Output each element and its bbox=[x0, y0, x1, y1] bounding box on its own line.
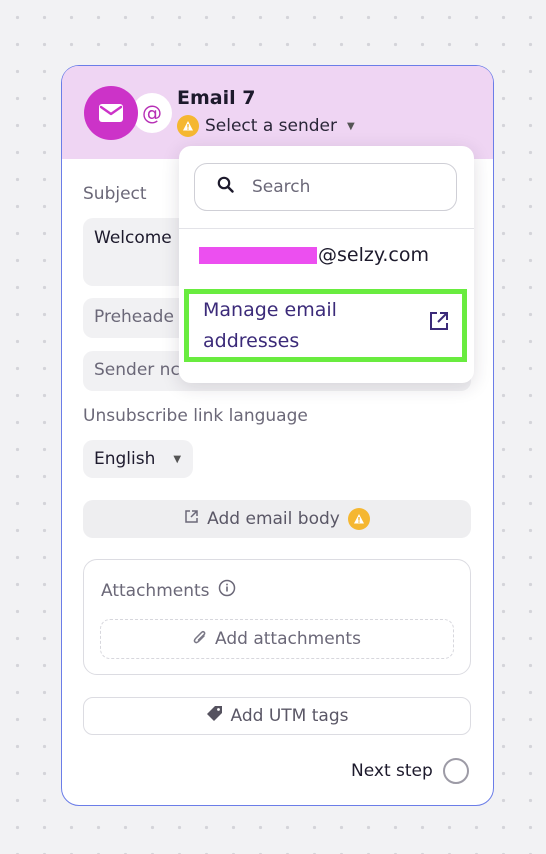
sender-email-option[interactable]: @selzy.com bbox=[199, 244, 429, 266]
add-attachments-label: Add attachments bbox=[215, 629, 361, 649]
search-icon bbox=[217, 176, 234, 198]
chevron-down-icon: ▼ bbox=[347, 120, 355, 132]
email-domain: @selzy.com bbox=[318, 244, 429, 266]
manage-email-addresses-link[interactable]: Manage email addresses bbox=[184, 289, 467, 362]
sender-select-label: Select a sender bbox=[205, 116, 337, 136]
redacted-email-name bbox=[199, 246, 317, 264]
search-input[interactable]: Search bbox=[194, 163, 457, 211]
at-icon: @ bbox=[132, 93, 172, 133]
dropdown-divider bbox=[179, 228, 474, 229]
sender-select[interactable]: Select a sender ▼ bbox=[177, 115, 355, 137]
mail-icon bbox=[84, 86, 138, 140]
add-utm-tags-button[interactable]: Add UTM tags bbox=[83, 697, 471, 735]
attachments-title: Attachments bbox=[101, 579, 236, 602]
manage-email-addresses-label: Manage email addresses bbox=[203, 298, 337, 352]
language-select[interactable]: English ▼ bbox=[83, 440, 193, 478]
email-title: Email 7 bbox=[177, 87, 256, 109]
attachments-label: Attachments bbox=[101, 580, 210, 601]
external-link-icon bbox=[428, 310, 450, 342]
unsubscribe-language-label: Unsubscribe link language bbox=[83, 406, 308, 426]
next-step[interactable]: Next step bbox=[351, 758, 469, 784]
warning-icon bbox=[347, 508, 370, 530]
paperclip-icon bbox=[193, 629, 207, 650]
add-utm-tags-label: Add UTM tags bbox=[230, 706, 349, 726]
attachments-section: Attachments Add attachments bbox=[83, 559, 471, 675]
tag-icon bbox=[206, 705, 223, 727]
sender-dropdown: Search @selzy.com Manage email addresses bbox=[179, 146, 474, 383]
next-step-checkbox[interactable] bbox=[442, 758, 469, 784]
add-email-body-button[interactable]: Add email body bbox=[83, 500, 471, 538]
language-value: English bbox=[94, 449, 156, 469]
next-step-label: Next step bbox=[351, 761, 433, 781]
add-email-body-label: Add email body bbox=[207, 509, 340, 529]
search-placeholder: Search bbox=[252, 177, 311, 197]
external-link-icon bbox=[184, 509, 199, 529]
warning-icon bbox=[177, 115, 199, 137]
subject-label: Subject bbox=[83, 184, 147, 204]
add-attachments-button[interactable]: Add attachments bbox=[100, 619, 454, 659]
at-symbol: @ bbox=[142, 101, 162, 125]
info-icon[interactable] bbox=[218, 579, 236, 602]
chevron-down-icon: ▼ bbox=[173, 453, 182, 465]
